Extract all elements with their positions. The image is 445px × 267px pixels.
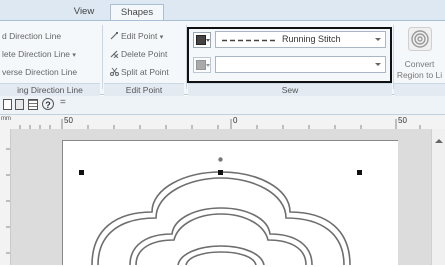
chevron-down-icon: ▾: [159, 34, 164, 41]
group-edit-point: Edit Point ▾ Delete Point Split at Point…: [104, 21, 184, 96]
spiral-icon: [408, 27, 432, 51]
ruler-unit-label: mm: [1, 116, 11, 122]
help-icon[interactable]: ?: [42, 98, 54, 110]
sew-settings-highlight: [187, 27, 392, 83]
ribbon-separator: [102, 25, 103, 89]
edit-point-button[interactable]: Edit Point ▾: [110, 30, 163, 42]
ribbon-tab-strip: View Shapes: [0, 0, 445, 20]
toolbar-customize-icon[interactable]: =: [60, 97, 66, 108]
delete-point-label: Delete Point: [121, 49, 168, 59]
vertical-ruler: [0, 129, 11, 265]
group-convert: Convert Region to Li: [394, 21, 445, 96]
set-direction-line-button[interactable]: d Direction Line: [2, 30, 61, 42]
ruler-tick-label: 50: [398, 116, 407, 125]
tab-shapes[interactable]: Shapes: [110, 4, 164, 20]
group-label-sew: Sew: [188, 83, 392, 96]
split-at-point-label: Split at Point: [121, 67, 169, 77]
scroll-up-icon[interactable]: [435, 139, 443, 143]
delete-point-button[interactable]: Delete Point: [110, 48, 167, 60]
horizontal-ruler: mm 50 0 50: [0, 115, 445, 130]
split-at-point-button[interactable]: Split at Point: [110, 66, 169, 78]
convert-label-line2: Region to Li: [396, 70, 443, 80]
ruler-tick-label: 0: [233, 116, 238, 125]
ruler-tick-label: 50: [64, 116, 73, 125]
vertical-scrollbar[interactable]: [431, 129, 445, 265]
edit-point-icon: [110, 32, 118, 40]
chevron-down-icon: ▾: [72, 52, 76, 59]
tab-view[interactable]: View: [60, 4, 108, 20]
group-label-edit-point: Edit Point: [104, 83, 184, 96]
delete-point-icon: [110, 50, 119, 58]
ruler-ticks: [6, 148, 10, 254]
quick-toolbar: ? =: [0, 96, 445, 115]
convert-region-button[interactable]: Convert Region to Li: [394, 21, 445, 83]
pages-icon[interactable]: [15, 99, 24, 110]
grid-view-icon[interactable]: [28, 99, 38, 110]
page-icon[interactable]: [3, 99, 12, 110]
scissors-icon: [110, 67, 119, 76]
delete-direction-line-label: lete Direction Line: [2, 49, 71, 59]
edit-point-label: Edit Point: [121, 31, 158, 41]
group-direction-line: d Direction Line lete Direction Line ▾ v…: [0, 21, 100, 96]
group-label-convert: [394, 83, 445, 96]
design-page[interactable]: [62, 140, 398, 265]
convert-label-line1: Convert: [404, 59, 435, 69]
reverse-direction-line-button[interactable]: verse Direction Line: [2, 66, 77, 78]
delete-direction-line-button[interactable]: lete Direction Line ▾: [2, 48, 76, 60]
group-label-direction-line: ing Direction Line: [0, 83, 100, 96]
